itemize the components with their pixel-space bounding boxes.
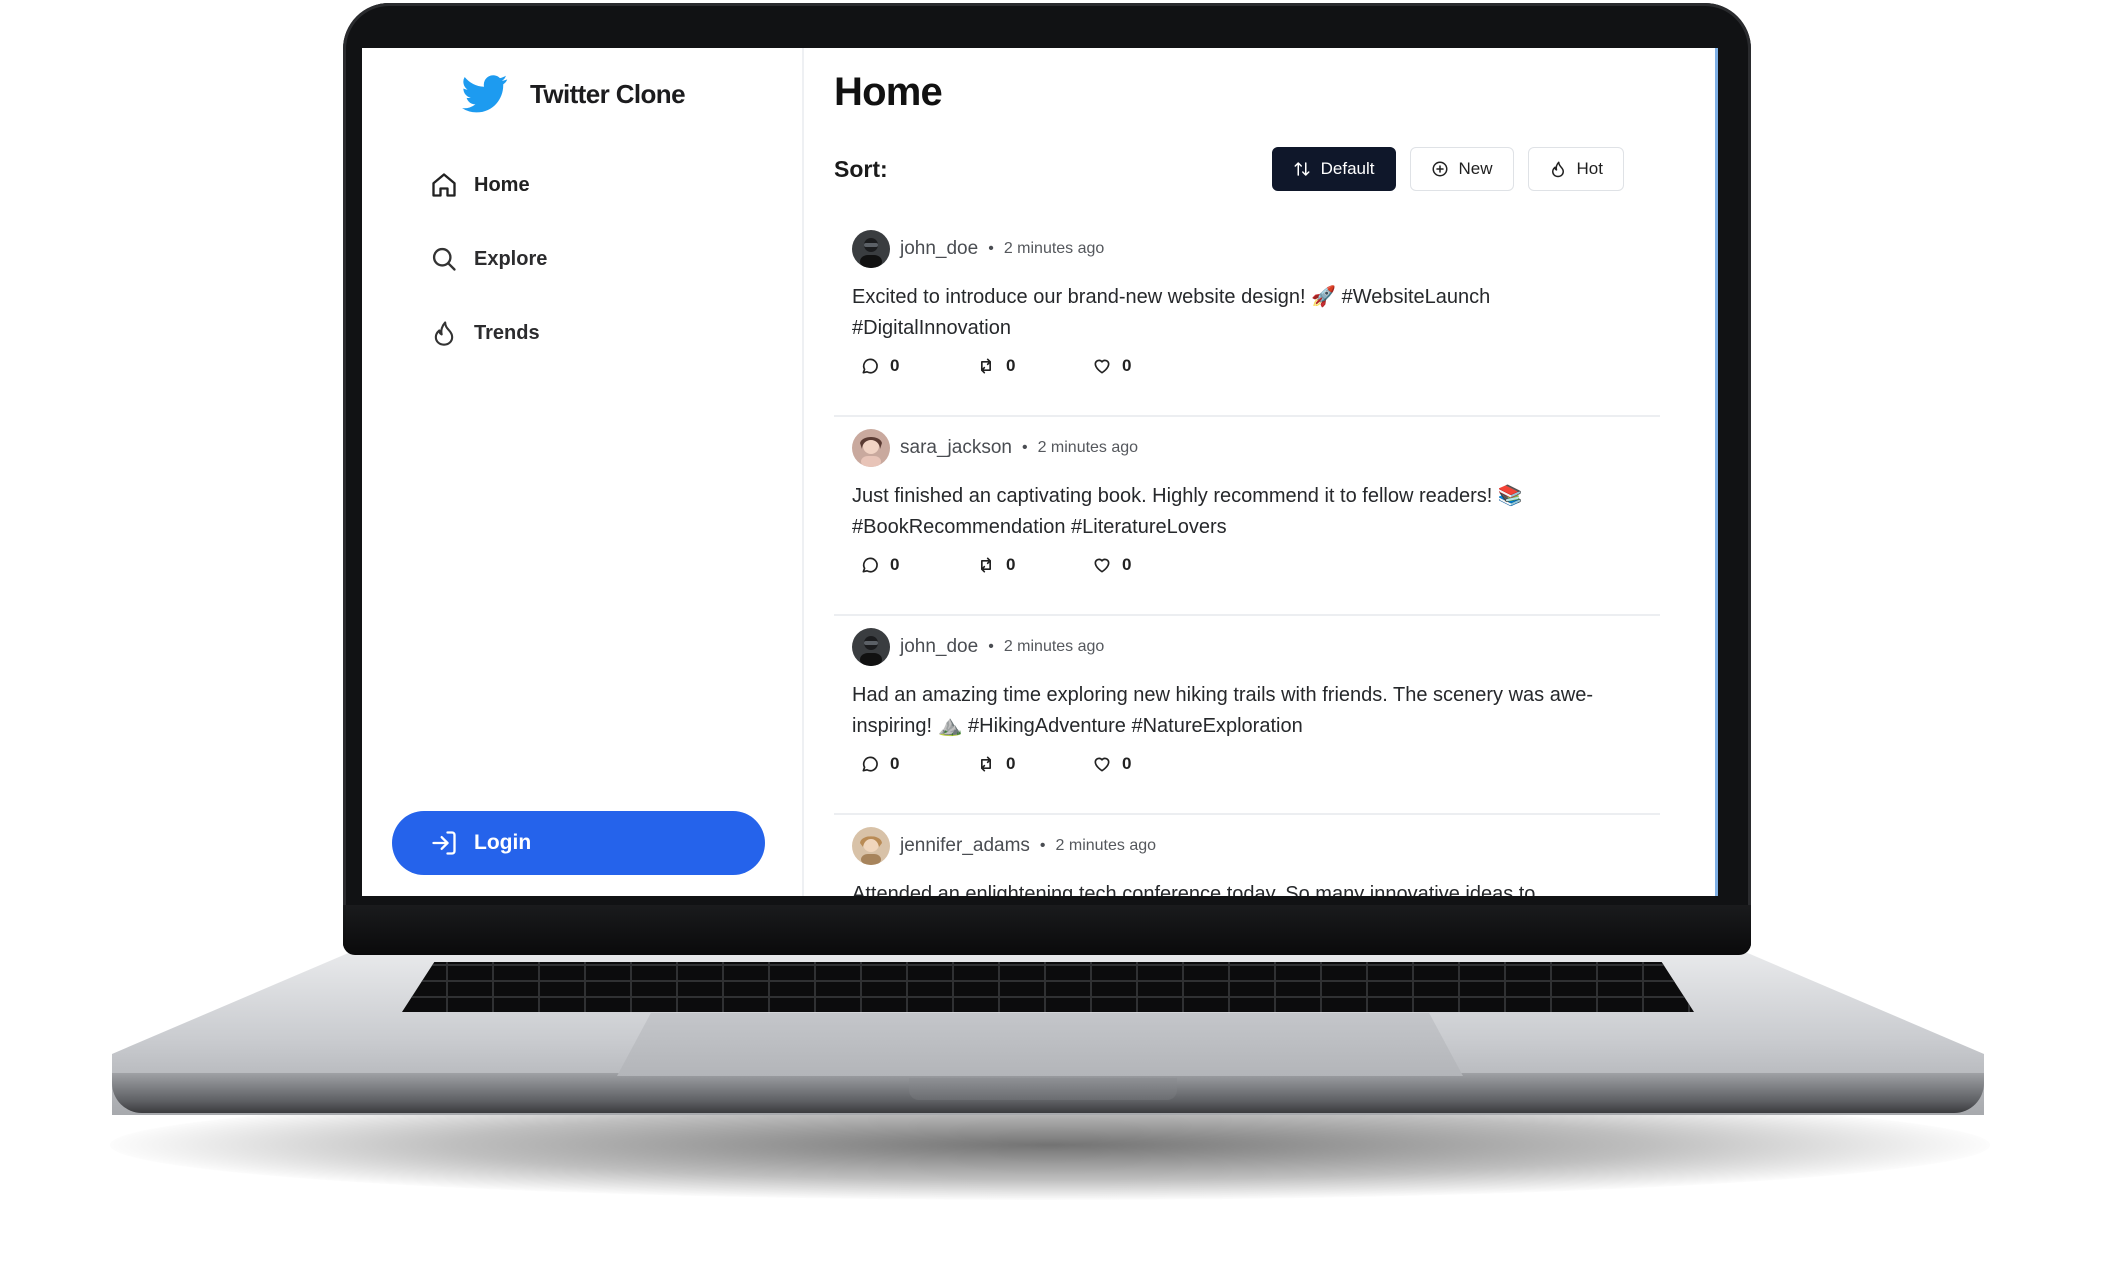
comment-icon <box>862 756 878 772</box>
comment-count: 0 <box>890 754 900 773</box>
retweet-button[interactable]: 0 <box>976 754 1092 774</box>
separator-dot: • <box>1021 439 1028 456</box>
like-count: 0 <box>1122 356 1132 375</box>
laptop-trackpad <box>617 1013 1463 1076</box>
retweet-count: 0 <box>1006 356 1016 375</box>
retweet-icon <box>981 756 991 772</box>
heart-icon <box>1094 558 1110 573</box>
heart-icon <box>1094 359 1110 374</box>
post-timestamp: 2 minutes ago <box>1003 638 1105 655</box>
post-header: john_doe • 2 minutes ago <box>852 230 1104 268</box>
avatar[interactable] <box>852 429 890 467</box>
laptop-keys <box>402 962 1694 1012</box>
like-button[interactable]: 0 <box>1092 754 1208 774</box>
comment-count: 0 <box>890 555 900 574</box>
sort-new-button[interactable]: New <box>1409 147 1514 191</box>
like-count: 0 <box>1122 754 1132 773</box>
like-button[interactable]: 0 <box>1092 555 1208 575</box>
login-icon <box>432 831 456 855</box>
avatar[interactable] <box>852 628 890 666</box>
comment-button[interactable]: 0 <box>860 555 976 575</box>
sidebar-item-explore[interactable]: Explore <box>430 234 547 284</box>
brand-name: Twitter Clone <box>530 78 686 109</box>
sort-default-label: Default <box>1320 159 1375 178</box>
like-count: 0 <box>1122 555 1132 574</box>
retweet-count: 0 <box>1006 754 1016 773</box>
separator-dot: • <box>988 638 994 655</box>
app-screen: Twitter Clone Home Explore Trends Login … <box>362 48 1718 896</box>
avatar-image <box>852 429 890 467</box>
post-text: Had an amazing time exploring new hiking… <box>852 684 1594 737</box>
post-header: jennifer_adams • 2 minutes ago <box>852 827 1156 865</box>
post-username[interactable]: sara_jackson <box>900 437 1012 459</box>
post-actions: 0 0 0 <box>860 356 1208 376</box>
laptop-screen-chin <box>343 905 1751 955</box>
avatar[interactable] <box>852 230 890 268</box>
avatar[interactable] <box>852 827 890 865</box>
separator-dot: • <box>988 240 994 257</box>
post-username[interactable]: john_doe <box>900 238 978 260</box>
post-actions: 0 0 0 <box>860 555 1208 575</box>
post-item[interactable]: john_doe • 2 minutes ago Excited to intr… <box>834 218 1660 417</box>
laptop-front-notch <box>909 1078 1177 1100</box>
retweet-icon <box>981 557 991 573</box>
comment-button[interactable]: 0 <box>860 754 976 774</box>
sidebar-nav: Home Explore Trends <box>430 160 547 382</box>
post-timestamp: 2 minutes ago <box>1003 240 1105 257</box>
sidebar-item-label: Trends <box>474 321 540 344</box>
flame-icon <box>1551 161 1564 178</box>
sort-hot-button[interactable]: Hot <box>1527 147 1624 191</box>
login-label: Login <box>474 831 532 854</box>
post-header: sara_jackson • 2 minutes ago <box>852 429 1138 467</box>
retweet-icon <box>981 358 991 374</box>
comment-count: 0 <box>890 356 900 375</box>
login-button[interactable]: Login <box>392 811 765 875</box>
sort-options: Default New Hot <box>1271 147 1624 191</box>
home-icon <box>432 173 456 197</box>
sidebar-item-trends[interactable]: Trends <box>430 308 547 358</box>
brand[interactable]: Twitter Clone <box>462 74 686 114</box>
page-title: Home <box>834 70 943 114</box>
comment-icon <box>862 557 878 573</box>
comment-icon <box>862 358 878 374</box>
post-header: john_doe • 2 minutes ago <box>852 628 1104 666</box>
sort-new-label: New <box>1458 159 1493 178</box>
post-item[interactable]: sara_jackson • 2 minutes ago Just finish… <box>834 417 1660 616</box>
avatar-image <box>852 628 890 666</box>
post-timestamp: 2 minutes ago <box>1037 439 1139 456</box>
like-button[interactable]: 0 <box>1092 356 1208 376</box>
comment-button[interactable]: 0 <box>860 356 976 376</box>
sort-hot-label: Hot <box>1576 159 1603 178</box>
heart-icon <box>1094 757 1110 772</box>
plus-circle-icon <box>1432 161 1448 177</box>
post-item[interactable]: jennifer_adams • 2 minutes ago Attended … <box>834 815 1660 896</box>
post-text: Just finished an captivating book. Highl… <box>852 485 1523 538</box>
post-text: Attended an enlightening tech conference… <box>852 883 1536 896</box>
sort-label: Sort: <box>834 156 888 182</box>
sidebar-item-label: Explore <box>474 247 548 270</box>
retweet-button[interactable]: 0 <box>976 356 1092 376</box>
sidebar: Twitter Clone Home Explore Trends Login <box>362 48 804 896</box>
post-text: Excited to introduce our brand-new websi… <box>852 286 1491 339</box>
flame-icon <box>434 321 454 346</box>
main-content: Home Sort: Default New Hot john_doe • 2 … <box>834 48 1674 896</box>
sidebar-item-label: Home <box>474 173 530 196</box>
retweet-button[interactable]: 0 <box>976 555 1092 575</box>
retweet-count: 0 <box>1006 555 1016 574</box>
avatar-image <box>852 827 890 865</box>
sidebar-item-home[interactable]: Home <box>430 160 547 210</box>
twitter-bird-icon <box>462 75 508 113</box>
sort-arrows-icon <box>1294 162 1310 176</box>
post-timestamp: 2 minutes ago <box>1055 837 1157 854</box>
sort-default-button[interactable]: Default <box>1271 147 1396 191</box>
separator-dot: • <box>1039 837 1046 854</box>
post-username[interactable]: jennifer_adams <box>900 835 1030 857</box>
post-feed: john_doe • 2 minutes ago Excited to intr… <box>834 218 1660 896</box>
search-icon <box>432 247 456 271</box>
post-username[interactable]: john_doe <box>900 636 978 658</box>
post-actions: 0 0 0 <box>860 754 1208 774</box>
avatar-image <box>852 230 890 268</box>
post-item[interactable]: john_doe • 2 minutes ago Had an amazing … <box>834 616 1660 815</box>
